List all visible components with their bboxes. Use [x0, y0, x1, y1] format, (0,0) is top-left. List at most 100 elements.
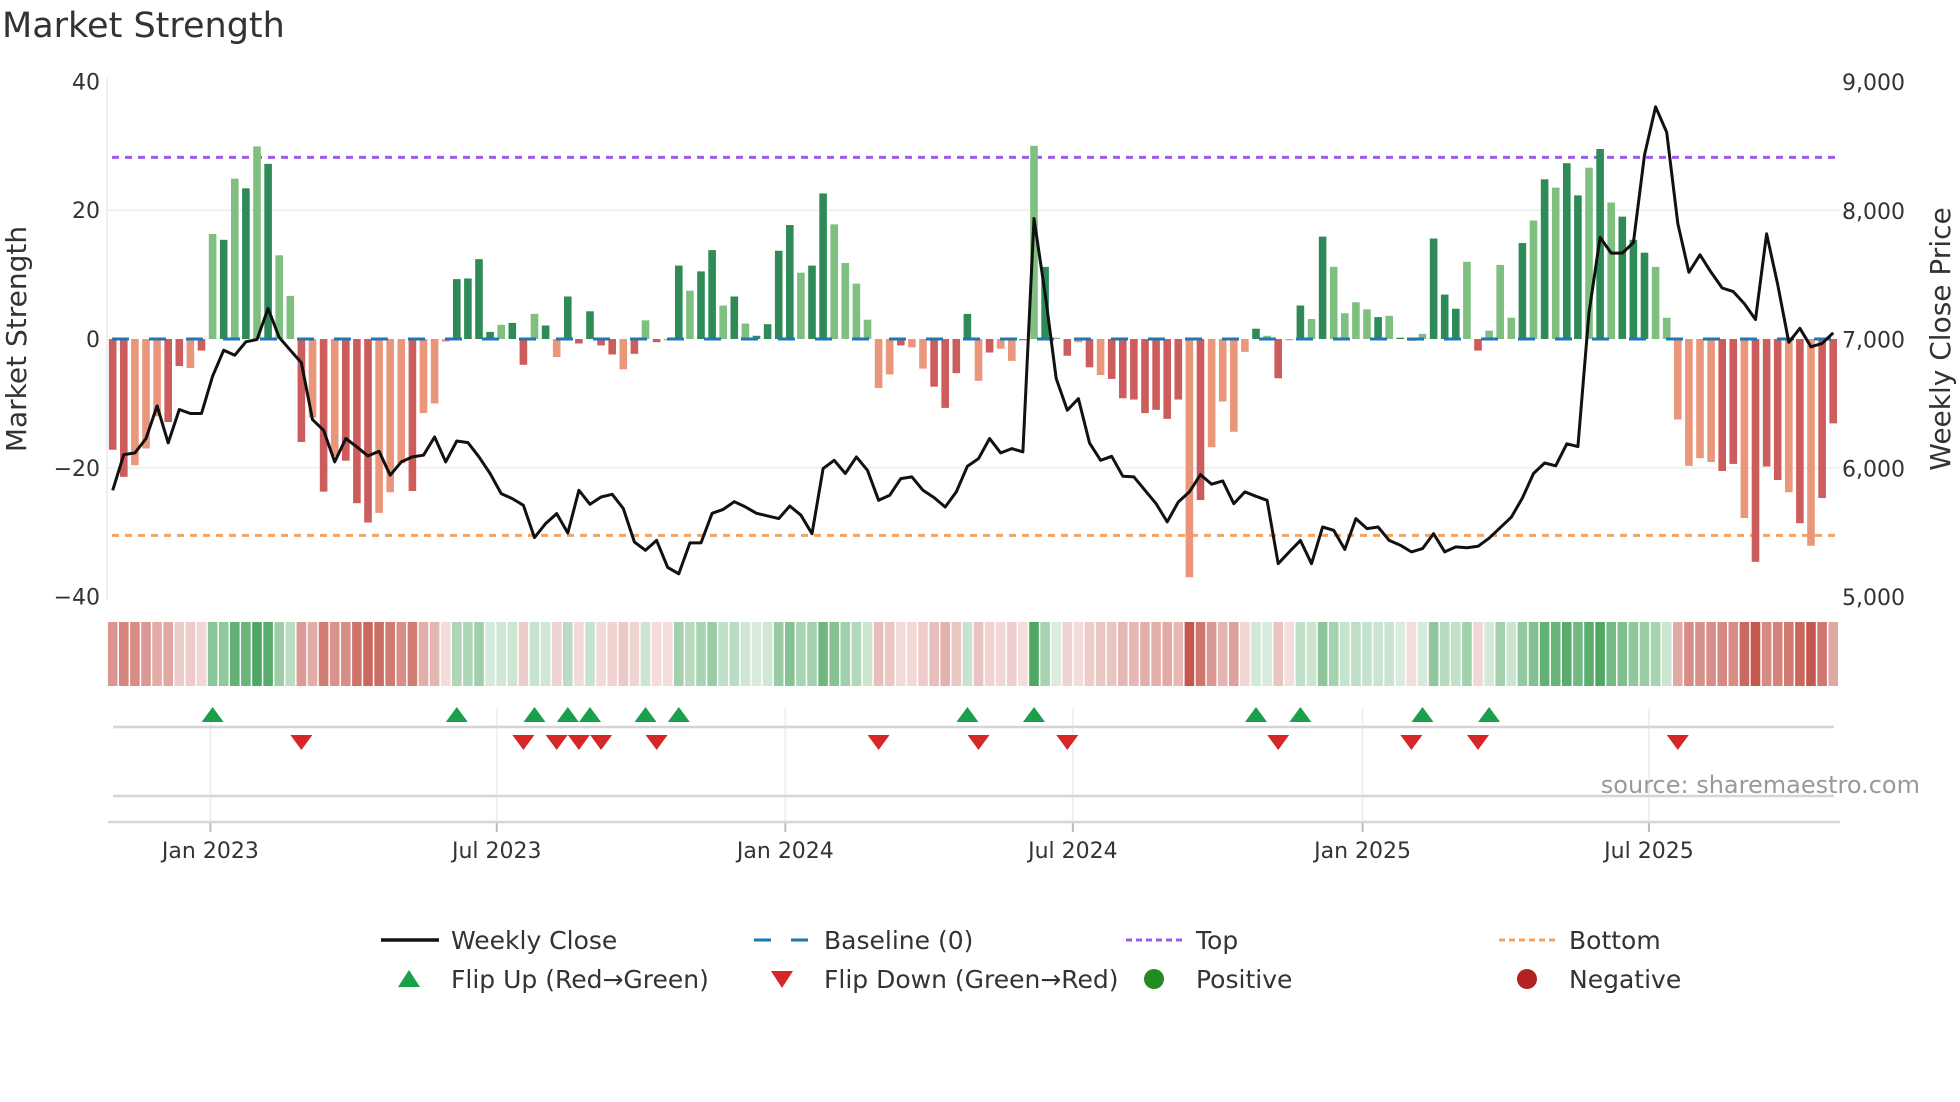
x-tick-label: Jan 2024: [735, 839, 834, 864]
heat-strip-cell: [1351, 622, 1361, 686]
flip-down-marker: [645, 735, 668, 750]
heat-strip-cell: [1517, 622, 1528, 686]
flip-down-marker: [1666, 735, 1689, 750]
heat-strip-cell: [119, 622, 129, 686]
heat-strip-cell: [474, 622, 484, 686]
y-tick-label: 40: [72, 70, 100, 95]
heat-strip-cell: [1251, 622, 1261, 686]
strength-bar-positive: [708, 250, 716, 339]
strength-bar-positive: [253, 146, 261, 339]
strength-bar-negative: [1119, 339, 1127, 399]
strength-bar-negative: [930, 339, 938, 387]
strength-bar-negative: [175, 339, 184, 367]
heat-strip-cell: [529, 622, 540, 686]
strength-bar-negative: [952, 339, 961, 374]
flip-up-marker: [956, 707, 979, 722]
legend-label: Negative: [1569, 965, 1681, 994]
legend-label: Weekly Close: [451, 926, 617, 955]
heat-strip-cell: [1617, 622, 1628, 686]
y-tick-label: 20: [72, 199, 100, 224]
strength-bar-positive: [1452, 308, 1460, 339]
strength-bar-positive: [1563, 163, 1571, 339]
strength-bar-positive: [1463, 261, 1471, 339]
heat-strip-cell: [818, 622, 828, 686]
heat-strip-cell: [1140, 622, 1150, 686]
flip-down-marker: [1267, 735, 1290, 750]
heat-strip-cell: [1040, 622, 1050, 686]
heat-strip-cell: [1750, 622, 1761, 686]
strength-bar-negative: [608, 339, 616, 355]
heat-strip-cell: [1129, 622, 1139, 686]
strength-bar-positive: [1662, 317, 1671, 339]
heat-strip-cell: [107, 622, 118, 686]
heat-strip-cell: [540, 622, 551, 686]
source-label: source: sharemaestro.com: [1601, 771, 1920, 799]
heat-strip-cell: [1673, 622, 1683, 686]
strength-bar-positive: [1507, 317, 1516, 339]
heat-strip-cell: [518, 622, 529, 686]
strength-bar-positive: [697, 271, 705, 339]
heat-strip-cell: [1528, 622, 1539, 686]
flip-up-marker: [1289, 707, 1312, 722]
heat-strip-cell: [1362, 622, 1372, 686]
strength-bar-negative: [1829, 339, 1837, 424]
heat-strip-cell: [507, 622, 518, 686]
heat-strip-cell: [596, 622, 606, 686]
flip-up-marker: [1411, 707, 1434, 722]
strength-bar-negative: [319, 339, 328, 492]
strength-bar-positive: [242, 188, 250, 339]
heat-strip-cell: [1328, 622, 1339, 686]
heat-strip-cell: [396, 622, 407, 686]
heat-strip-cell: [796, 622, 806, 686]
heat-strip-cell: [1772, 622, 1783, 686]
strength-bar-negative: [1019, 339, 1027, 341]
strength-bar-negative: [1707, 339, 1715, 463]
legend-label: Flip Up (Red→Green): [451, 965, 709, 994]
strength-bar-positive: [541, 325, 550, 339]
flip-up-marker: [1023, 707, 1045, 722]
heat-strip-cell: [1462, 622, 1472, 686]
y-axis-title: Market Strength: [0, 226, 33, 452]
heat-strip-cell: [707, 622, 717, 686]
strength-bar-positive: [1296, 305, 1305, 339]
heat-strip-cell: [940, 622, 950, 686]
strength-bar-positive: [231, 178, 239, 339]
strength-bar-negative: [1085, 339, 1094, 368]
heat-strip-cell: [1451, 622, 1461, 686]
strength-bar-negative: [297, 339, 306, 443]
strength-bar-negative: [1008, 339, 1016, 361]
heat-strip-cell: [751, 622, 762, 686]
strength-bar-positive: [830, 224, 838, 339]
strength-bar-positive: [730, 296, 739, 339]
strength-bar-negative: [619, 339, 628, 370]
strength-bar-positive: [963, 313, 972, 339]
strength-bar-positive: [208, 234, 217, 339]
strength-bar-positive: [508, 322, 517, 339]
heat-strip-cell: [1706, 622, 1716, 686]
heat-strip-cell: [1340, 622, 1350, 686]
strength-bar-negative: [552, 339, 561, 358]
heat-strip-cell: [1428, 622, 1439, 686]
strength-bar-negative: [1241, 339, 1249, 352]
flip-down-marker: [290, 735, 313, 750]
heat-strip-cell: [1473, 622, 1483, 686]
heat-strip-cell: [718, 622, 728, 686]
heat-strip-cell: [629, 622, 640, 686]
strength-bar-positive: [741, 323, 750, 339]
heat-strip-cell: [618, 622, 629, 686]
heat-strip-cell: [440, 622, 451, 686]
heat-strip-cell: [1217, 622, 1228, 686]
heat-strip-cell: [1106, 622, 1117, 686]
heat-strip-cell: [729, 622, 740, 686]
strength-bar-positive: [497, 324, 505, 339]
strength-bar-negative: [941, 339, 949, 408]
heat-strip-cell: [1029, 622, 1039, 686]
strength-bar-negative: [1163, 339, 1171, 419]
strength-bar-positive: [1518, 243, 1527, 339]
y2-tick-label: 9,000: [1842, 71, 1905, 96]
strength-bar-negative: [131, 339, 139, 466]
strength-bar-negative: [197, 339, 206, 351]
heat-strip-cell: [662, 622, 673, 686]
flip-up-marker: [201, 707, 224, 722]
heat-strip-cell: [1195, 622, 1206, 686]
